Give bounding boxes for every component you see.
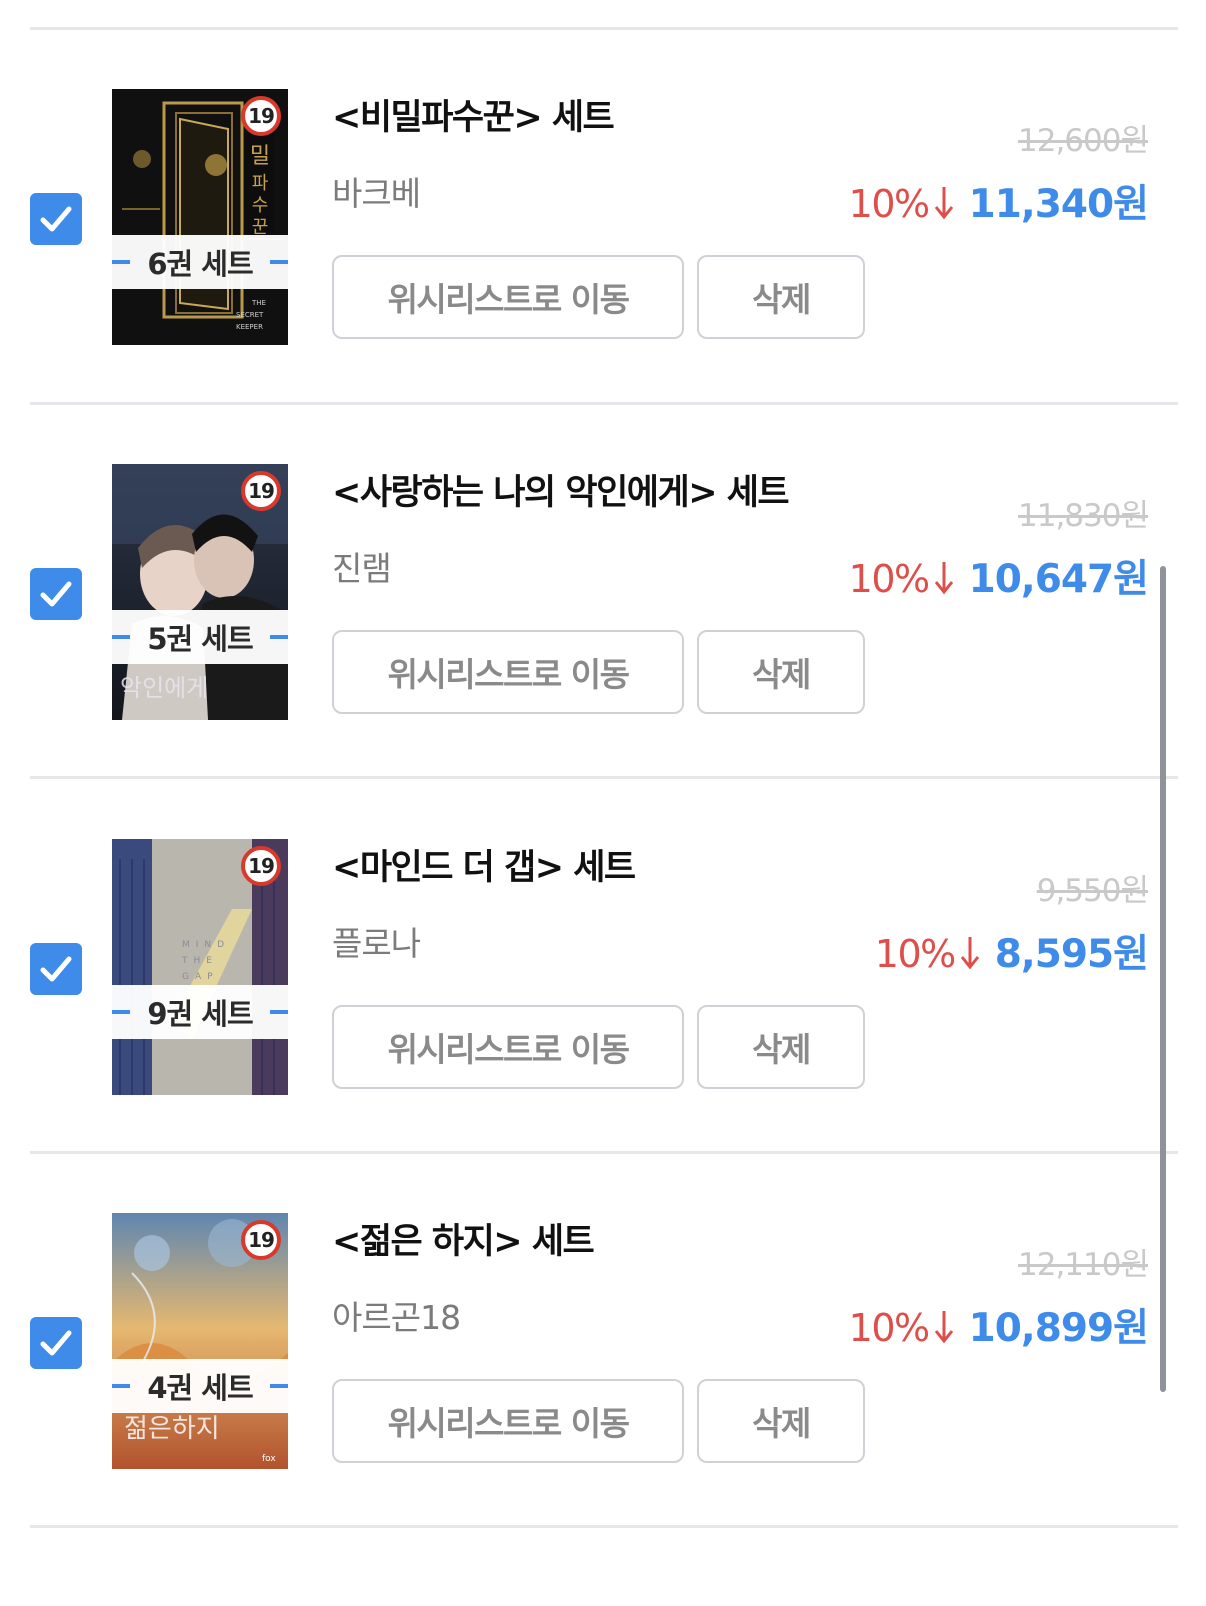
cart-item: 밀 파 수 꾼 THE SECRET KEEPER 19 6권 세트 <비밀파수…: [0, 89, 1206, 419]
book-title[interactable]: <마인드 더 갭> 세트: [332, 839, 636, 890]
svg-text:GAP: GAP: [182, 972, 219, 982]
delete-button[interactable]: 삭제: [697, 255, 865, 339]
set-count-label: 6권 세트: [147, 247, 253, 281]
item-checkbox[interactable]: [30, 1317, 82, 1369]
move-to-wishlist-button[interactable]: 위시리스트로 이동: [332, 1379, 684, 1463]
bottom-divider: [30, 1525, 1178, 1528]
sale-price: 10,899원: [968, 1306, 1149, 1351]
item-divider: [30, 402, 1178, 405]
scrollbar[interactable]: [1160, 566, 1166, 1392]
svg-text:악인에게: 악인에게: [120, 674, 208, 702]
original-price: 12,600원: [1018, 123, 1149, 159]
original-price: 11,830원: [1018, 498, 1149, 534]
svg-text:수: 수: [252, 195, 269, 216]
set-count-band: 9권 세트: [112, 985, 288, 1039]
svg-text:밀: 밀: [250, 144, 270, 169]
svg-text:THE: THE: [251, 299, 266, 307]
band-dash: [270, 1010, 288, 1014]
book-title[interactable]: <비밀파수꾼> 세트: [332, 89, 615, 140]
svg-text:THE: THE: [181, 956, 218, 966]
check-icon: [40, 956, 72, 982]
price-row: 10% 8,595원: [874, 923, 1149, 979]
delete-button[interactable]: 삭제: [697, 630, 865, 714]
check-icon: [40, 581, 72, 607]
check-icon: [40, 206, 72, 232]
book-cover[interactable]: MIND THE GAP 19 9권 세트: [112, 839, 288, 1095]
svg-text:KEEPER: KEEPER: [236, 323, 263, 331]
cart-item: 젊은하지 fox 19 4권 세트 <젊은 하지> 세트 아르곤18 위시리스트…: [0, 1213, 1206, 1543]
svg-text:젊은하지: 젊은하지: [124, 1414, 220, 1444]
book-title[interactable]: <사랑하는 나의 악인에게> 세트: [332, 464, 790, 515]
band-dash: [112, 1384, 130, 1388]
move-to-wishlist-button[interactable]: 위시리스트로 이동: [332, 255, 684, 339]
book-cover[interactable]: 밀 파 수 꾼 THE SECRET KEEPER 19 6권 세트: [112, 89, 288, 345]
book-author: 플로나: [332, 924, 421, 963]
sale-price: 10,647원: [968, 557, 1149, 602]
svg-text:fox: fox: [262, 1454, 276, 1464]
age-19-badge: 19: [241, 1220, 281, 1260]
discount-rate: 10%: [848, 182, 930, 226]
set-count-band: 4권 세트: [112, 1359, 288, 1413]
price-row: 10% 10,899원: [848, 1297, 1149, 1353]
book-author: 아르곤18: [332, 1298, 461, 1337]
band-dash: [112, 635, 130, 639]
cart-item: 악인에게 19 5권 세트 <사랑하는 나의 악인에게> 세트 진램 위시리스트…: [0, 464, 1206, 794]
discount-rate: 10%: [874, 932, 956, 976]
sale-price: 8,595원: [994, 932, 1149, 977]
set-count-label: 5권 세트: [147, 622, 253, 656]
down-arrow-icon: [934, 562, 953, 595]
delete-button[interactable]: 삭제: [697, 1379, 865, 1463]
item-checkbox[interactable]: [30, 193, 82, 245]
book-cover[interactable]: 악인에게 19 5권 세트: [112, 464, 288, 720]
original-price: 12,110원: [1018, 1247, 1149, 1283]
age-19-badge: 19: [241, 96, 281, 136]
price-row: 10% 10,647원: [848, 548, 1149, 604]
price-row: 10% 11,340원: [848, 173, 1149, 229]
down-arrow-icon: [960, 937, 979, 970]
item-divider: [30, 1151, 1178, 1154]
set-count-label: 9권 세트: [147, 997, 253, 1031]
band-dash: [270, 1384, 288, 1388]
top-divider: [30, 27, 1178, 30]
item-checkbox[interactable]: [30, 943, 82, 995]
svg-text:MIND: MIND: [182, 940, 230, 950]
sale-price: 11,340원: [968, 182, 1149, 227]
svg-text:파: 파: [252, 173, 269, 194]
check-icon: [40, 1330, 72, 1356]
book-author: 진램: [332, 549, 392, 588]
move-to-wishlist-button[interactable]: 위시리스트로 이동: [332, 630, 684, 714]
discount-rate: 10%: [848, 557, 930, 601]
set-count-band: 5권 세트: [112, 610, 288, 664]
age-19-badge: 19: [241, 846, 281, 886]
book-title[interactable]: <젊은 하지> 세트: [332, 1213, 595, 1264]
band-dash: [112, 1010, 130, 1014]
delete-button[interactable]: 삭제: [697, 1005, 865, 1089]
down-arrow-icon: [934, 1311, 953, 1344]
set-count-band: 6권 세트: [112, 235, 288, 289]
item-checkbox[interactable]: [30, 568, 82, 620]
band-dash: [270, 260, 288, 264]
item-divider: [30, 776, 1178, 779]
down-arrow-icon: [934, 187, 953, 220]
svg-text:SECRET: SECRET: [236, 311, 264, 319]
discount-rate: 10%: [848, 1306, 930, 1350]
book-author: 바크베: [332, 174, 421, 213]
band-dash: [112, 260, 130, 264]
cart-item: MIND THE GAP 19 9권 세트 <마인드 더 갭> 세트 플로나 위…: [0, 839, 1206, 1169]
band-dash: [270, 635, 288, 639]
original-price: 9,550원: [1036, 873, 1149, 909]
set-count-label: 4권 세트: [147, 1371, 253, 1405]
book-cover[interactable]: 젊은하지 fox 19 4권 세트: [112, 1213, 288, 1469]
age-19-badge: 19: [241, 471, 281, 511]
move-to-wishlist-button[interactable]: 위시리스트로 이동: [332, 1005, 684, 1089]
